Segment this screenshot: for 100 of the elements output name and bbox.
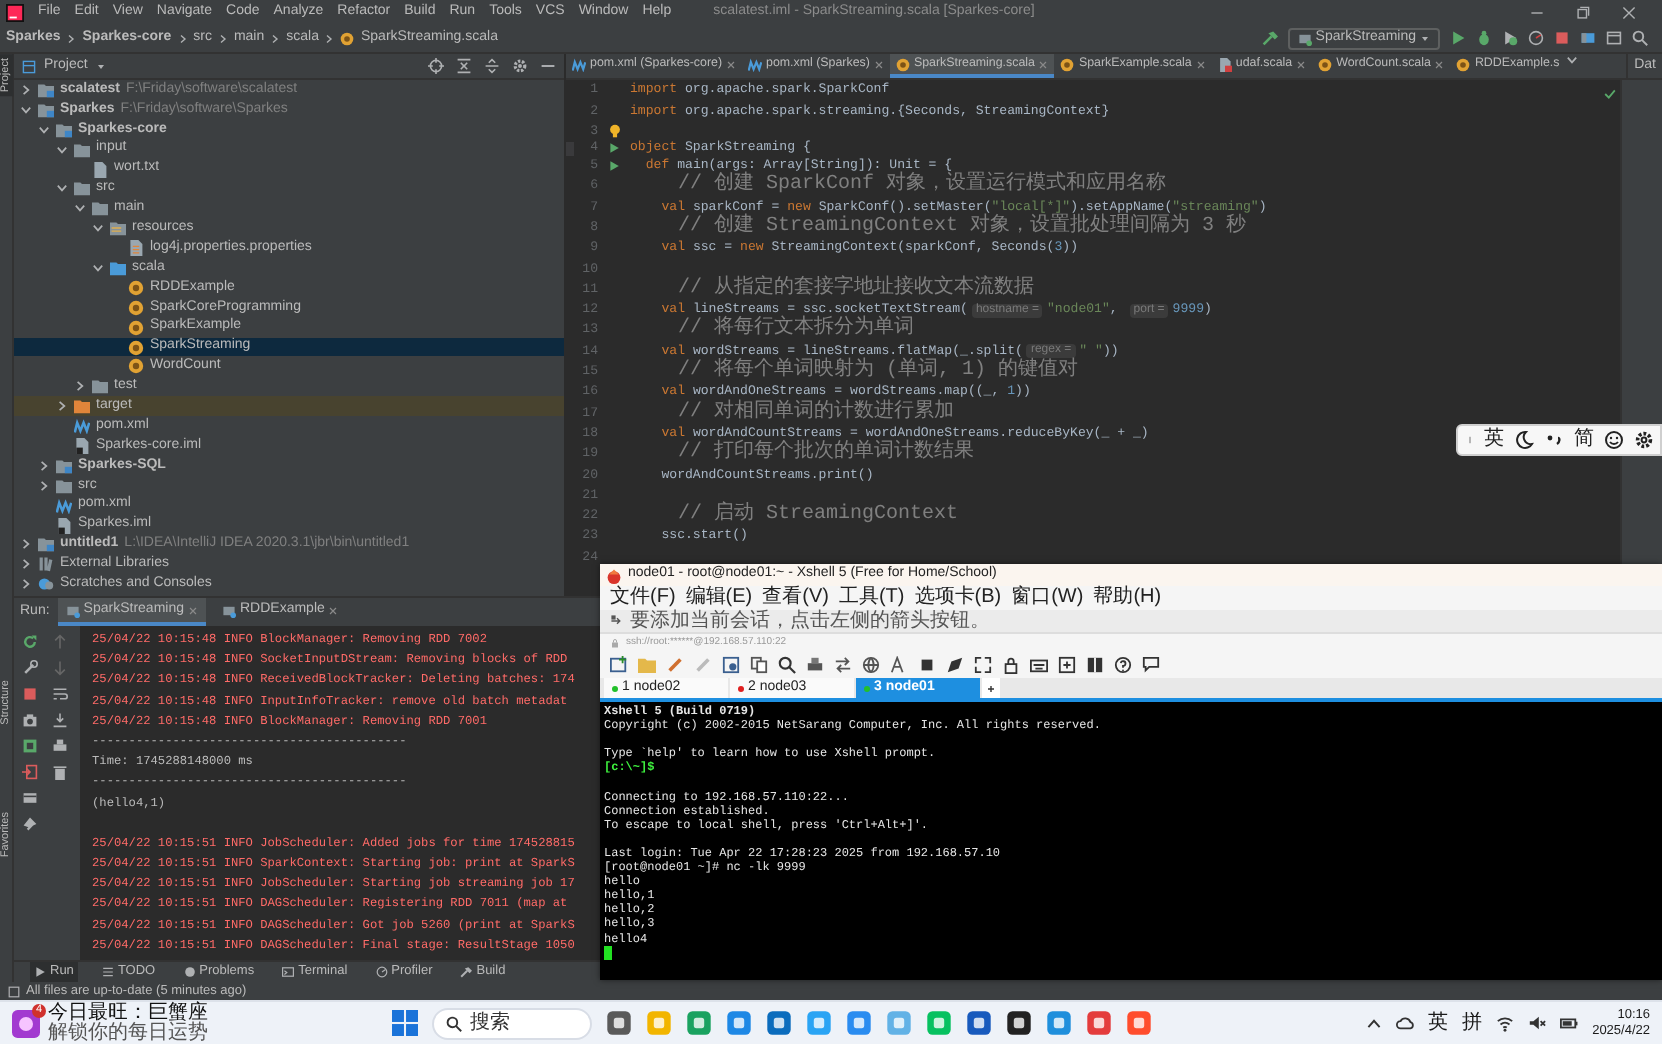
help-icon[interactable] — [1114, 655, 1132, 673]
rerun-icon[interactable] — [22, 634, 38, 650]
stop-icon[interactable] — [1554, 30, 1570, 46]
link-icon[interactable] — [666, 655, 684, 673]
search-icon[interactable] — [1632, 30, 1648, 46]
chevron-down-icon[interactable] — [56, 182, 68, 195]
smiley-icon[interactable] — [1604, 430, 1624, 450]
widget-title: 今日最旺：巨蟹座 — [48, 1003, 208, 1023]
keyboard-icon[interactable] — [1030, 655, 1048, 673]
camera-icon[interactable] — [22, 712, 38, 728]
app-icon[interactable] — [606, 1010, 632, 1036]
lock-icon[interactable] — [1002, 655, 1020, 673]
chevron-down-icon[interactable] — [92, 261, 104, 274]
wifi-icon[interactable] — [1496, 1014, 1515, 1032]
copy-icon[interactable] — [750, 655, 768, 673]
menu-item[interactable]: 文件(F) — [610, 586, 676, 610]
close-icon[interactable] — [1296, 59, 1307, 69]
code-text: // 将每个单词映射为 (单词, 1) 的键值对 — [676, 360, 1079, 384]
debug-icon[interactable] — [1476, 30, 1492, 46]
lightbulb-icon[interactable] — [607, 124, 621, 139]
resources-folder-icon — [110, 220, 126, 237]
menu-item[interactable]: 选项卡(B) — [914, 586, 1002, 610]
collapse-all-icon[interactable] — [456, 58, 472, 74]
input-method-indicator[interactable]: 英 — [1428, 1011, 1449, 1035]
widget-icon[interactable] — [12, 1009, 40, 1037]
layout-icon[interactable] — [22, 790, 38, 806]
globe-icon[interactable] — [862, 655, 880, 673]
wrench-icon[interactable] — [22, 660, 38, 676]
start-icon[interactable] — [392, 1010, 418, 1036]
chevron-right-icon[interactable] — [20, 578, 32, 591]
xml-file-icon — [572, 57, 586, 71]
close-icon[interactable] — [873, 59, 884, 69]
new-session-icon[interactable] — [610, 655, 628, 673]
close-icon[interactable] — [726, 59, 737, 69]
crosshair-icon[interactable] — [428, 58, 444, 74]
chevron-right-icon[interactable] — [74, 380, 86, 393]
menu-item[interactable]: 编辑(E) — [685, 586, 753, 610]
window-icon[interactable] — [1606, 30, 1622, 46]
punctuation-icon[interactable] — [1544, 430, 1564, 450]
stop-icon[interactable] — [22, 686, 38, 702]
restore-layout-icon[interactable] — [22, 738, 38, 754]
cloud-icon[interactable] — [1396, 1014, 1415, 1032]
close-icon[interactable] — [1195, 59, 1206, 69]
exit-icon[interactable] — [22, 764, 38, 780]
chevron-right-icon[interactable] — [20, 538, 32, 551]
app-icon[interactable] — [1006, 1010, 1032, 1036]
close-icon[interactable] — [1434, 59, 1445, 69]
arrow-icon — [610, 614, 624, 628]
chevron-right-icon[interactable] — [38, 479, 50, 492]
class-icon — [1318, 57, 1333, 71]
menu-item[interactable]: 查看(V) — [762, 586, 829, 610]
speaker-muted-icon[interactable] — [1528, 1014, 1547, 1032]
code-text: // 创建 StreamingContext 对象，设置批处理间隔为 3 秒 — [676, 215, 1247, 240]
chevron-down-icon[interactable] — [56, 143, 68, 156]
menu-item[interactable]: 窗口(W) — [1011, 586, 1084, 610]
ime-script[interactable]: 简 — [1574, 428, 1594, 452]
profiler-icon[interactable] — [1528, 30, 1544, 46]
transfer-icon[interactable] — [834, 655, 852, 673]
moon-icon[interactable] — [1514, 430, 1534, 450]
app-logo-icon — [606, 567, 622, 583]
pin-icon[interactable] — [22, 816, 38, 832]
chevron-right-icon — [177, 33, 188, 43]
restore-icon — [1576, 5, 1590, 19]
chevron-down-icon[interactable] — [20, 103, 32, 116]
search-field[interactable]: 搜索 — [432, 1007, 592, 1039]
menu-item[interactable]: 工具(T) — [838, 586, 905, 610]
trash-icon[interactable] — [52, 764, 68, 780]
download-icon[interactable] — [52, 712, 68, 728]
chevron-down-icon[interactable] — [1565, 54, 1578, 66]
layout-icon[interactable] — [1086, 655, 1104, 673]
chevron-down-icon[interactable] — [92, 222, 104, 235]
folder-icon — [56, 477, 72, 494]
add-tab-icon[interactable] — [1058, 655, 1076, 673]
printer-icon[interactable] — [806, 655, 824, 673]
coverage-icon[interactable] — [1502, 30, 1518, 46]
battery-icon[interactable] — [1560, 1014, 1579, 1032]
printer-icon[interactable] — [52, 738, 68, 754]
add-icon[interactable] — [986, 683, 996, 693]
menu-item[interactable]: 帮助(H) — [1093, 586, 1162, 610]
wrap-icon[interactable] — [52, 686, 68, 702]
expand-all-icon[interactable] — [484, 58, 500, 74]
fullscreen-icon[interactable] — [974, 655, 992, 673]
gear-icon[interactable] — [1634, 430, 1654, 450]
chevron-down-icon[interactable] — [74, 202, 86, 215]
font-icon[interactable] — [890, 655, 908, 673]
chevron-right-icon[interactable] — [38, 459, 50, 472]
chevron-up-icon[interactable] — [1366, 1015, 1383, 1031]
chevron-right-icon[interactable] — [20, 558, 32, 571]
properties-icon[interactable] — [722, 655, 740, 673]
ime-mode[interactable]: 英 — [1484, 428, 1504, 452]
chevron-right-icon[interactable] — [20, 83, 32, 96]
close-icon[interactable] — [328, 605, 339, 615]
project-structure-icon[interactable] — [1580, 30, 1596, 46]
run-config-icon — [1297, 31, 1312, 45]
run-icon[interactable] — [1450, 30, 1466, 46]
search-icon[interactable] — [778, 655, 796, 673]
chat-icon[interactable] — [1142, 655, 1160, 673]
input-method-indicator[interactable]: 拼 — [1462, 1011, 1483, 1035]
chevron-right-icon[interactable] — [56, 400, 68, 413]
chevron-down-icon[interactable] — [38, 123, 50, 136]
